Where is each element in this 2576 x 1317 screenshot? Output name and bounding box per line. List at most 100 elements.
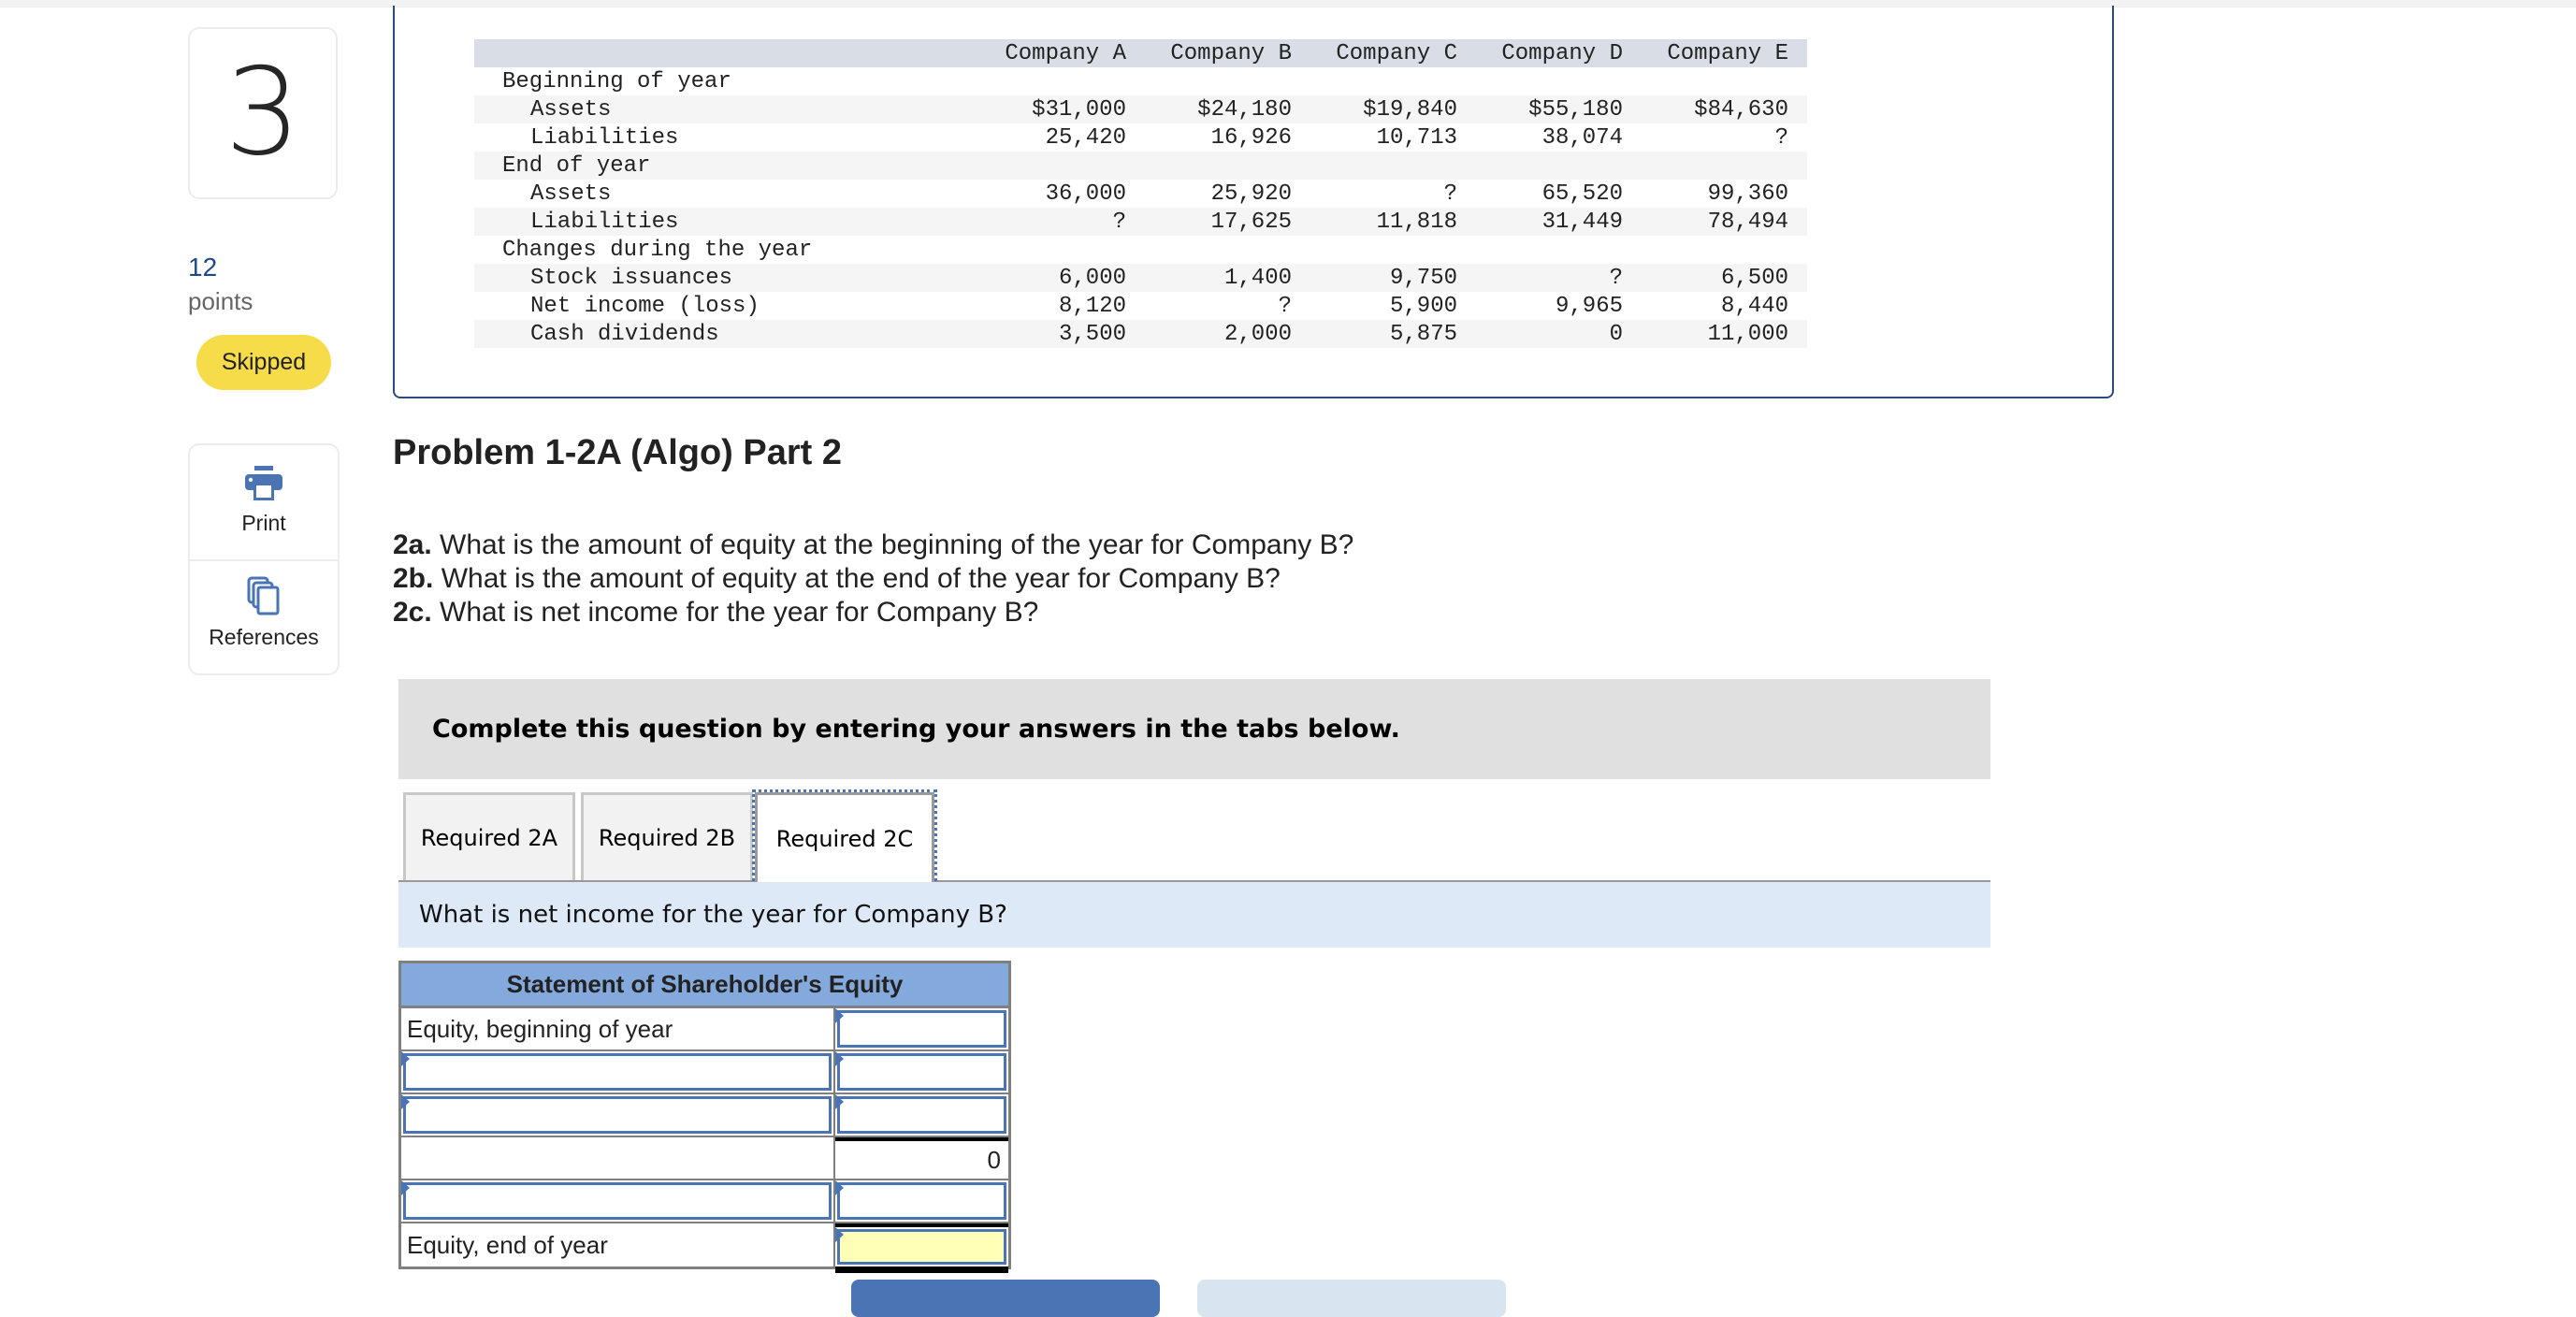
question-text: What is net income for the year for Comp… (431, 597, 1039, 628)
cell-value (1457, 236, 1623, 264)
amount-input[interactable] (837, 1010, 1006, 1048)
column-header: Company C (1292, 39, 1457, 67)
cell-value (1292, 67, 1457, 95)
points-value: 12 (188, 253, 218, 282)
cell-value (1457, 152, 1623, 180)
statement-label-text: Equity, end of year (407, 1230, 608, 1259)
table-row: Stock issuances 6,000 1,400 9,750? 6,500 (474, 264, 1807, 292)
cell-value (961, 152, 1126, 180)
cell-value: 99,360 (1707, 181, 1788, 207)
tab-required-2b[interactable]: Required 2B (581, 792, 753, 881)
tools-divider (190, 559, 338, 561)
cell-value: 11,818 (1292, 208, 1457, 236)
question-item: 2c. What is net income for the year for … (393, 596, 1353, 630)
amount-input[interactable] (837, 1096, 1006, 1134)
question-number: 3 (224, 43, 301, 182)
row-pad (1788, 320, 1807, 348)
amount-input-cell[interactable] (835, 1051, 1008, 1093)
tab-required-2c[interactable]: Required 2C (752, 789, 937, 886)
row-label: Beginning of year (502, 68, 731, 94)
amount-input-cell[interactable] (835, 1180, 1008, 1222)
amount-input-cell[interactable] (835, 1094, 1008, 1136)
references-icon (247, 576, 280, 615)
question-tag: 2a. (393, 529, 432, 560)
dropdown-marker-icon (401, 1180, 410, 1195)
row-pad (1788, 208, 1807, 236)
amount-input[interactable] (837, 1053, 1006, 1091)
row-pad (1788, 67, 1807, 95)
cell-value: 6,000 (961, 264, 1126, 292)
problem-data-box: Company A Company B Company C Company D … (393, 6, 2114, 398)
table-header-row: Company A Company B Company C Company D … (474, 39, 1807, 67)
statement-row: 0 (401, 1137, 1008, 1180)
cell-value: 11,000 (1623, 320, 1788, 348)
next-button[interactable] (1197, 1280, 1506, 1317)
cell-value: $31,000 (961, 95, 1126, 123)
cell-value (1623, 236, 1788, 264)
table-row: Assets 36,000 25,920? 65,520 99,360 (474, 180, 1807, 208)
header-pad (1788, 39, 1807, 67)
cell-value (1292, 236, 1457, 264)
label-input[interactable] (403, 1182, 832, 1220)
label-input[interactable] (403, 1053, 832, 1091)
row-pad (1788, 236, 1807, 264)
cell-value: 36,000 (1045, 181, 1126, 207)
statement-label: Equity, end of year (401, 1223, 835, 1266)
row-label: Changes during the year (502, 237, 813, 263)
label-input[interactable] (403, 1096, 832, 1134)
cell-value: 16,926 (1210, 124, 1292, 151)
subtotal-value: 0 (835, 1137, 1008, 1179)
statement-label-dropdown[interactable] (401, 1094, 835, 1136)
cell-value: 6,500 (1623, 264, 1788, 292)
cell-value (1126, 236, 1292, 264)
cell-value: ? (1774, 124, 1788, 151)
statement-label-dropdown[interactable] (401, 1180, 835, 1222)
input-marker-icon (835, 1227, 844, 1242)
question-text: What is the amount of equity at the end … (433, 563, 1281, 594)
statement-label (401, 1137, 835, 1179)
cell-value (1126, 152, 1292, 180)
cell-value: 0 (1457, 320, 1623, 348)
input-marker-icon (835, 1051, 844, 1066)
statement-row (401, 1051, 1008, 1094)
cell-value: $19,840 (1292, 95, 1457, 123)
amount-input-cell[interactable] (835, 1223, 1008, 1266)
tab-required-2a[interactable]: Required 2A (403, 792, 575, 881)
cell-value: 78,494 (1623, 208, 1788, 236)
table-row: Liabilities? 17,625 11,818 31,449 78,494 (474, 208, 1807, 236)
cell-value: 31,449 (1457, 208, 1623, 236)
cell-value: 38,074 (1541, 124, 1623, 151)
column-header (474, 39, 961, 67)
question-item: 2b. What is the amount of equity at the … (393, 562, 1353, 596)
cell-value: 3,500 (961, 320, 1126, 348)
statement-row (401, 1180, 1008, 1223)
table-row: Changes during the year (474, 236, 1807, 264)
row-label: Liabilities (530, 124, 679, 151)
row-pad (1788, 292, 1807, 320)
cell-value: 17,625 (1126, 208, 1292, 236)
references-label: References (209, 625, 319, 649)
statement-label: Equity, beginning of year (401, 1008, 835, 1049)
cell-value (1292, 152, 1457, 180)
row-label: Stock issuances (474, 264, 961, 292)
cell-value: ? (1443, 181, 1457, 207)
row-label: Liabilities (474, 208, 961, 236)
prev-button[interactable] (851, 1280, 1160, 1317)
instructions-panel: Complete this question by entering your … (398, 679, 1990, 779)
equity-end-input[interactable] (837, 1229, 1006, 1265)
statement-row (401, 1094, 1008, 1137)
statement-title: Statement of Shareholder's Equity (401, 963, 1008, 1008)
amount-input-cell[interactable] (835, 1008, 1008, 1049)
question-number-box: 3 (188, 27, 338, 199)
company-data-table: Company A Company B Company C Company D … (474, 39, 1807, 348)
print-button[interactable]: Print (190, 466, 338, 536)
statement-row: Equity, beginning of year (401, 1008, 1008, 1051)
input-marker-icon (835, 1094, 844, 1109)
references-button[interactable]: References (190, 576, 338, 650)
dropdown-marker-icon (401, 1094, 410, 1109)
cell-value: $84,630 (1623, 95, 1788, 123)
status-badge: Skipped (196, 335, 331, 390)
statement-label-dropdown[interactable] (401, 1051, 835, 1093)
input-marker-icon (835, 1008, 844, 1023)
amount-input[interactable] (837, 1182, 1006, 1220)
